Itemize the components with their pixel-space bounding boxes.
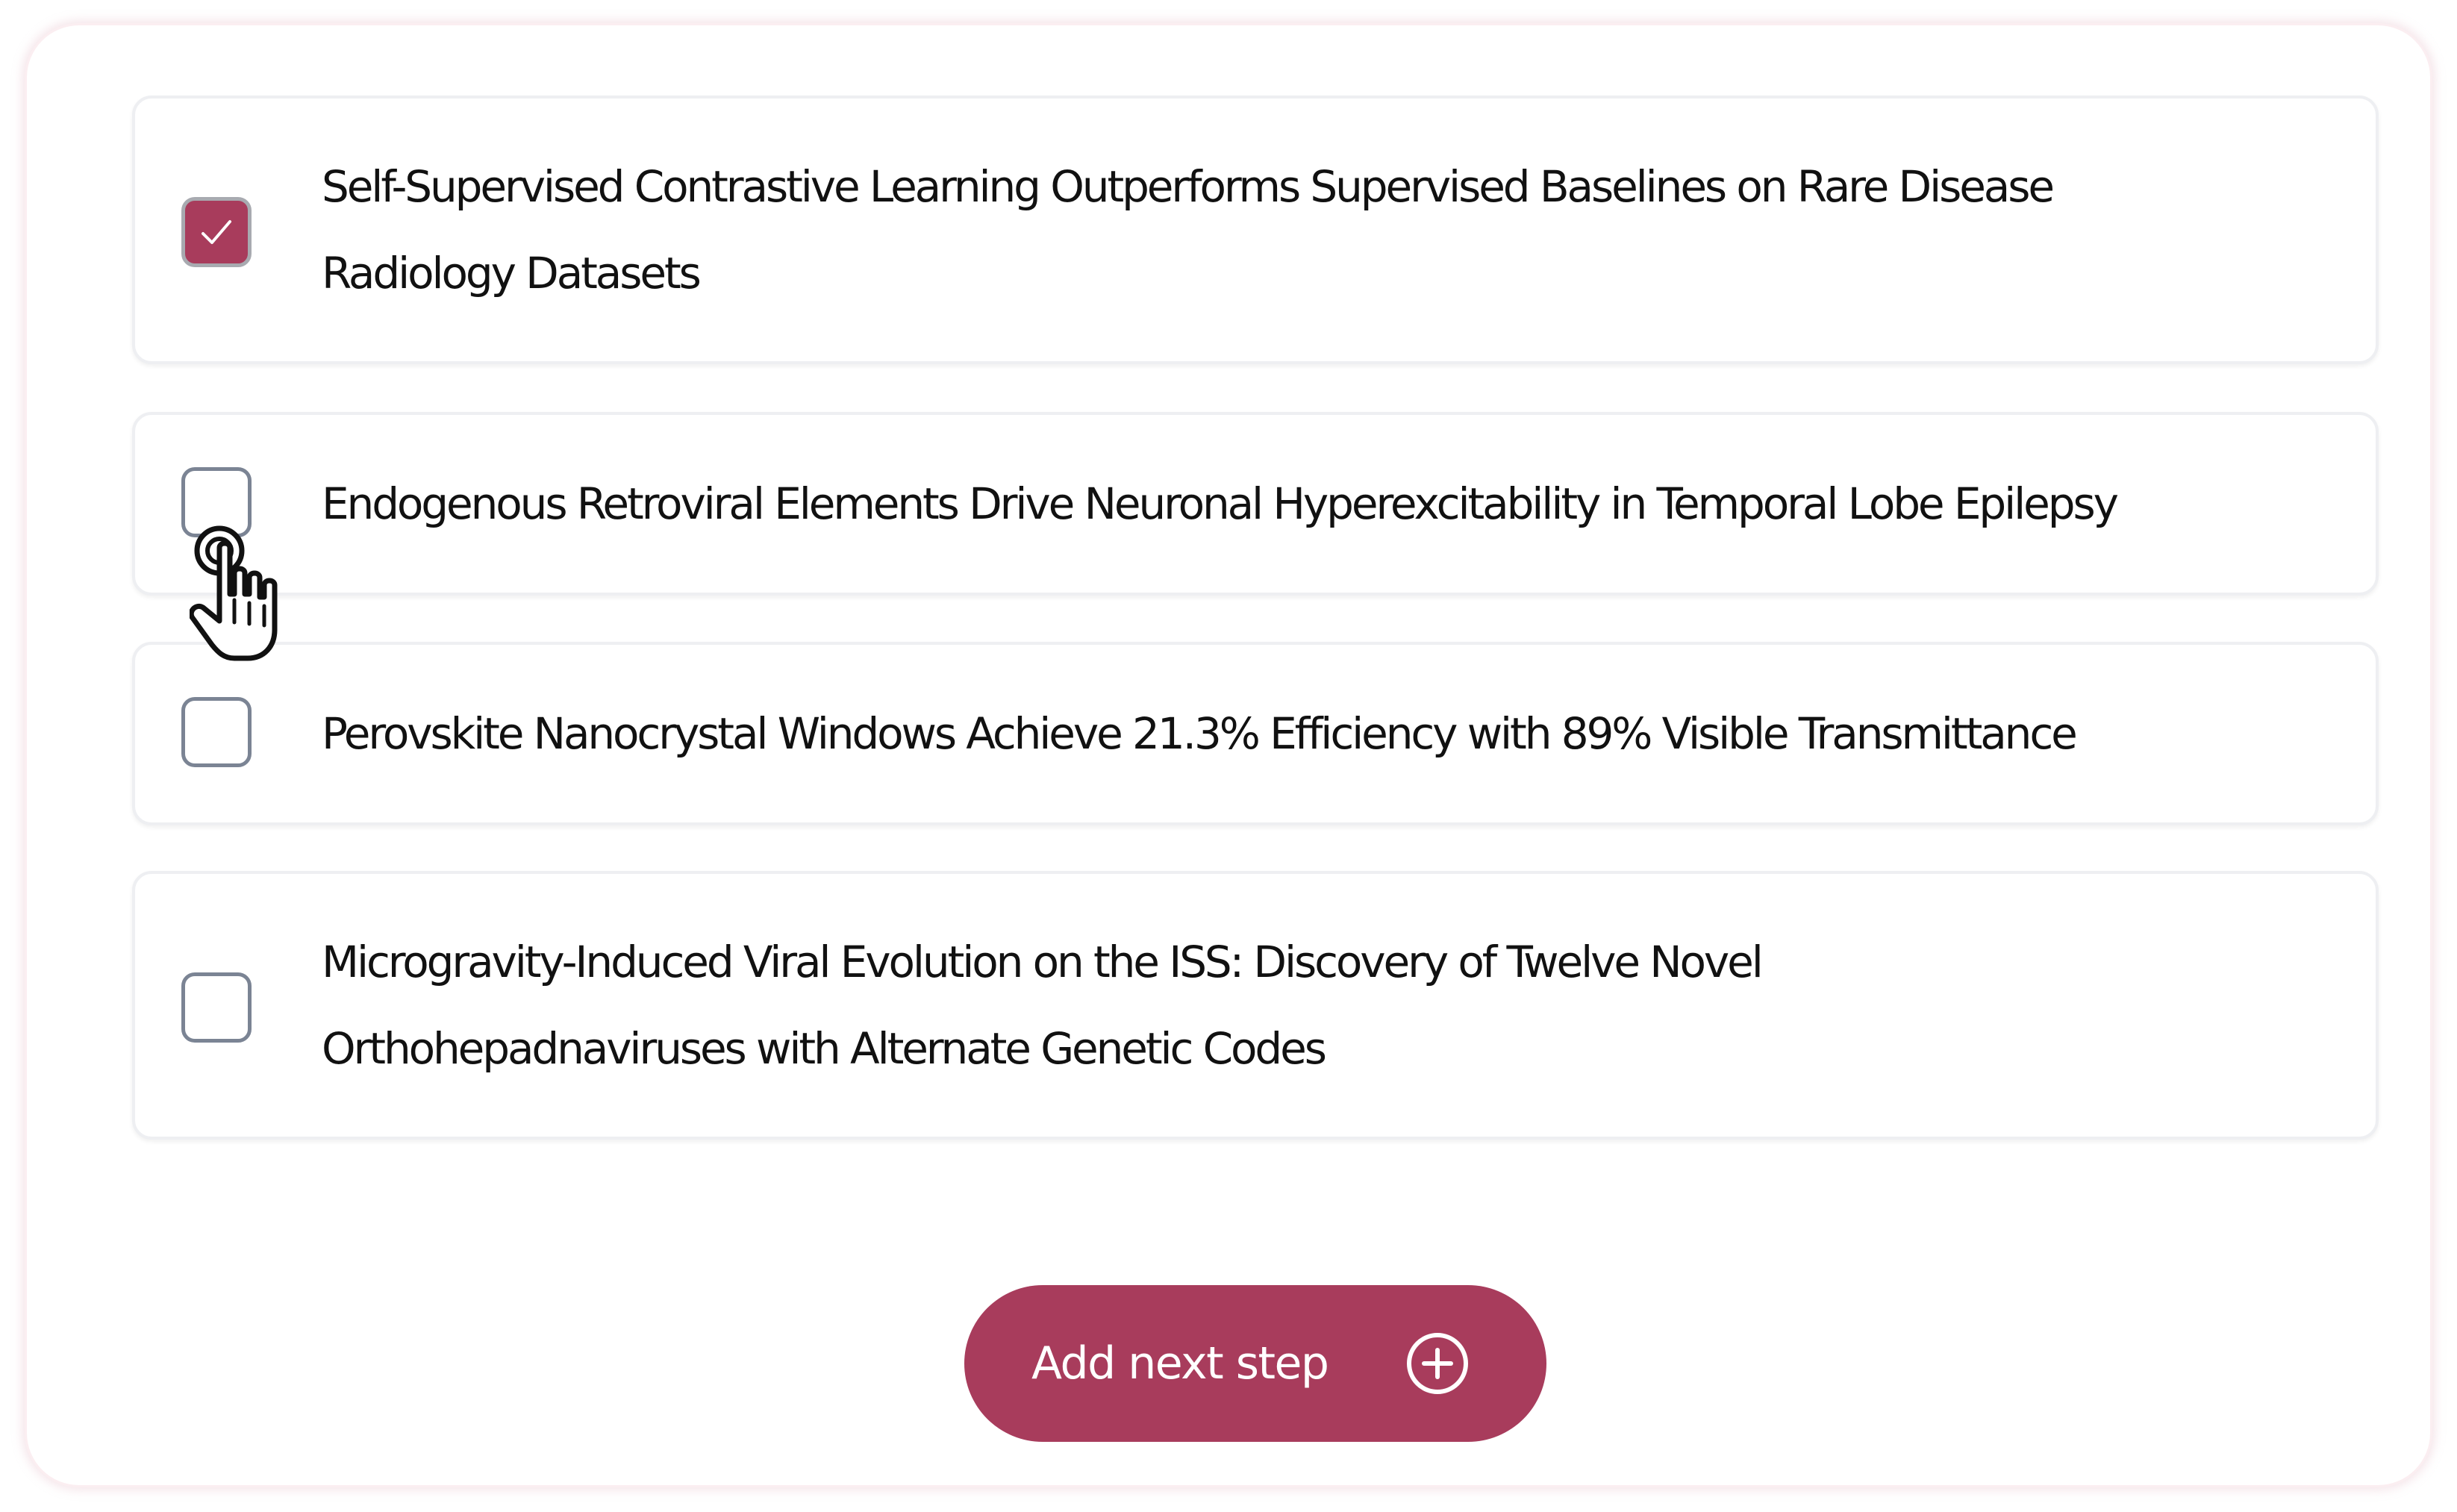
paper-title: Microgravity-Induced Viral Evolution on … <box>322 919 1764 1092</box>
paper-item[interactable]: Perovskite Nanocrystal Windows Achieve 2… <box>132 642 2379 825</box>
paper-item[interactable]: Endogenous Retroviral Elements Drive Neu… <box>132 412 2379 596</box>
plus-circle-icon <box>1407 1333 1468 1394</box>
paper-selection-panel: Self-Supervised Contrastive Learning Out… <box>27 25 2430 1485</box>
checkmark-icon <box>202 220 231 244</box>
paper-title: Endogenous Retroviral Elements Drive Neu… <box>322 460 2119 547</box>
paper-title-line: Endogenous Retroviral Elements Drive Neu… <box>322 478 2119 529</box>
add-next-step-button[interactable]: Add next step <box>964 1285 1546 1442</box>
paper-checkbox[interactable] <box>181 697 252 767</box>
paper-title-line: Microgravity-Induced Viral Evolution on … <box>322 937 1764 987</box>
paper-title-line: Self-Supervised Contrastive Learning Out… <box>322 161 2055 212</box>
paper-checkbox[interactable] <box>181 197 252 267</box>
paper-title-line: Perovskite Nanocrystal Windows Achieve 2… <box>322 708 2078 759</box>
add-next-step-label: Add next step <box>1031 1337 1329 1390</box>
paper-title: Self-Supervised Contrastive Learning Out… <box>322 143 2055 316</box>
paper-title-line: Orthohepadnaviruses with Alternate Genet… <box>322 1023 1327 1074</box>
paper-item[interactable]: Microgravity-Induced Viral Evolution on … <box>132 871 2379 1140</box>
paper-checkbox[interactable] <box>181 467 252 537</box>
paper-title-line: Radiology Datasets <box>322 248 702 299</box>
paper-item[interactable]: Self-Supervised Contrastive Learning Out… <box>132 96 2379 364</box>
paper-title: Perovskite Nanocrystal Windows Achieve 2… <box>322 690 2078 777</box>
paper-checkbox[interactable] <box>181 972 252 1043</box>
